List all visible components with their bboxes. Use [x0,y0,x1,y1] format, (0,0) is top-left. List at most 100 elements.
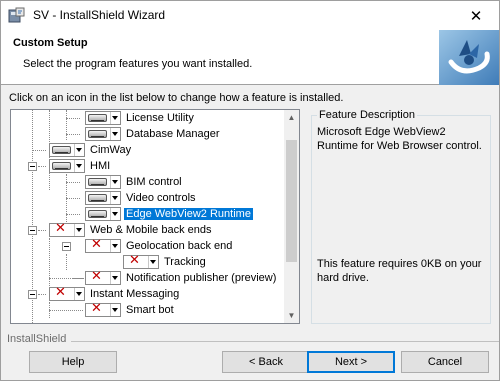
unavailable-x-icon: ✕ [55,285,66,300]
tree-line [66,214,80,215]
tree-item-instant-messaging[interactable]: ✕ Instant Messaging [49,285,181,302]
tree-item-bim-control[interactable]: BIM control [85,174,184,190]
feature-tree[interactable]: License Utility Database Manager CimWay … [10,109,300,324]
unavailable-x-icon: ✕ [91,269,102,284]
dropdown-arrow-icon [112,244,118,248]
collapse-instant-messaging-icon[interactable] [28,290,37,299]
feature-state-dropdown[interactable]: ✕ [85,269,121,285]
tree-item-database-manager[interactable]: Database Manager [85,126,222,142]
feature-state-dropdown[interactable] [85,191,121,205]
feature-state-dropdown[interactable]: ✕ [123,253,159,269]
tree-item-smart-bot[interactable]: ✕ Smart bot [85,301,176,318]
dropdown-arrow-icon [76,292,82,296]
collapse-web-mobile-icon[interactable] [28,226,37,235]
hard-drive-icon [88,178,107,186]
dropdown-arrow-icon [76,148,82,152]
tree-item-label-selected[interactable]: Edge WebView2 Runtime [124,208,253,220]
collapse-hmi-icon[interactable] [28,162,37,171]
back-button[interactable]: < Back [222,351,310,373]
tree-item-label[interactable]: License Utility [124,112,196,124]
tree-item-license-utility[interactable]: License Utility [85,110,196,126]
tree-vertical-scrollbar[interactable]: ▲ ▼ [284,110,299,323]
tree-item-label[interactable]: Notification publisher (preview) [124,272,278,284]
scroll-thumb[interactable] [286,140,297,262]
help-button[interactable]: Help [29,351,117,373]
installer-app-icon [8,7,25,23]
tree-item-label[interactable]: CimWay [88,144,133,156]
tree-line [66,254,67,270]
feature-description-text: Microsoft Edge WebView2 Runtime for Web … [317,126,482,152]
feature-state-dropdown[interactable] [85,175,121,189]
window-title: SV - InstallShield Wizard [33,8,166,22]
feature-state-dropdown[interactable] [85,207,121,221]
instruction-text: Click on an icon in the list below to ch… [9,92,344,104]
dropdown-arrow-icon [112,132,118,136]
tree-item-geolocation-back-end[interactable]: ✕ Geolocation back end [85,237,234,254]
hard-drive-icon [52,162,71,170]
feature-state-dropdown[interactable]: ✕ [85,301,121,317]
tree-line [32,150,46,151]
dropdown-arrow-icon [112,180,118,184]
close-icon: ✕ [469,7,483,25]
feature-state-dropdown[interactable]: ✕ [49,221,85,237]
feature-tree-content: License Utility Database Manager CimWay … [11,110,284,323]
hard-drive-icon [88,194,107,202]
tree-line [66,134,80,135]
close-button[interactable]: ✕ [453,1,499,30]
tree-line [38,294,46,295]
dropdown-arrow-icon [112,212,118,216]
unavailable-x-icon: ✕ [129,253,140,268]
tree-item-label[interactable]: Web & Mobile back ends [88,224,213,236]
feature-state-dropdown[interactable]: ✕ [49,285,85,301]
page-subtitle: Select the program features you want ins… [23,58,253,70]
unavailable-x-icon: ✕ [91,237,102,252]
tree-item-label[interactable]: Video controls [124,192,198,204]
tree-item-edge-webview2-runtime[interactable]: Edge WebView2 Runtime [85,206,253,222]
cancel-button[interactable]: Cancel [401,351,489,373]
dropdown-arrow-icon [112,308,118,312]
tree-line [49,278,83,279]
footer-divider [71,341,499,342]
unavailable-x-icon: ✕ [91,301,102,316]
header-banner: Custom Setup Select the program features… [1,30,499,85]
title-bar[interactable]: SV - InstallShield Wizard ✕ [1,1,499,30]
collapse-geolocation-icon[interactable] [62,242,71,251]
tree-line [49,310,83,311]
hard-drive-icon [88,130,107,138]
tree-item-cimway[interactable]: CimWay [49,142,133,158]
dropdown-arrow-icon [112,116,118,120]
tree-item-label[interactable]: BIM control [124,176,184,188]
tree-item-web-mobile-back-ends[interactable]: ✕ Web & Mobile back ends [49,221,213,238]
scroll-down-icon[interactable]: ▼ [284,308,299,323]
tree-item-label[interactable]: Geolocation back end [124,240,234,252]
tree-line [66,110,67,140]
dropdown-arrow-icon [112,276,118,280]
dropdown-arrow-icon [150,260,156,264]
scroll-up-icon[interactable]: ▲ [284,110,299,125]
feature-state-dropdown[interactable] [85,127,121,141]
tree-line [66,198,80,199]
tree-item-label[interactable]: Instant Messaging [88,288,181,300]
tree-item-tracking[interactable]: ✕ Tracking [123,253,208,270]
tree-line [66,118,80,119]
next-button[interactable]: Next > [307,351,395,373]
unavailable-x-icon: ✕ [55,221,66,236]
dropdown-arrow-icon [112,196,118,200]
feature-description-legend: Feature Description [317,109,417,121]
tree-item-video-controls[interactable]: Video controls [85,190,198,206]
tree-item-hmi[interactable]: HMI [49,158,112,174]
tree-item-label[interactable]: Database Manager [124,128,222,140]
tree-item-label[interactable]: Smart bot [124,304,176,316]
installshield-window: SV - InstallShield Wizard ✕ Custom Setup… [0,0,500,381]
tree-line [38,166,46,167]
tree-item-label[interactable]: HMI [88,160,112,172]
installshield-brand: InstallShield [7,333,67,345]
tree-item-label[interactable]: Tracking [162,256,208,268]
feature-space-requirement: This feature requires 0KB on your hard d… [317,258,482,284]
feature-state-dropdown[interactable] [49,143,85,157]
feature-state-dropdown[interactable] [85,111,121,125]
feature-state-dropdown[interactable] [49,159,85,173]
feature-state-dropdown[interactable]: ✕ [85,237,121,253]
hard-drive-icon [88,114,107,122]
tree-item-notification-publisher[interactable]: ✕ Notification publisher (preview) [85,269,278,286]
